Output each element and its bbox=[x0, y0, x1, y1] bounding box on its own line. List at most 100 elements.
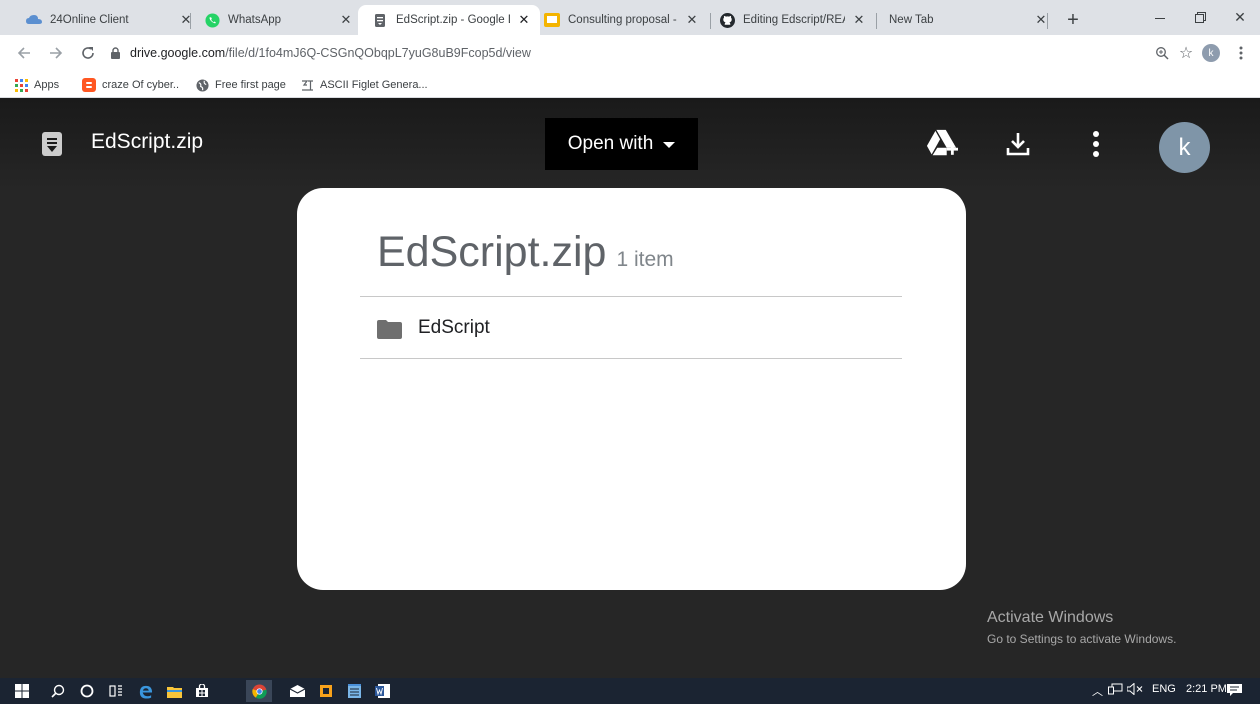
taskbar-word[interactable] bbox=[373, 682, 391, 700]
word-icon bbox=[374, 684, 390, 698]
archive-item-row[interactable]: EdScript bbox=[360, 297, 902, 359]
network-icon[interactable] bbox=[1108, 683, 1124, 698]
tab-new-tab[interactable]: New Tab ✕ bbox=[877, 5, 1057, 35]
back-arrow-icon bbox=[17, 47, 30, 59]
close-icon[interactable]: ✕ bbox=[851, 12, 867, 28]
bookmark-ascii-figlet[interactable]: ASCII Figlet Genera... bbox=[300, 75, 428, 95]
reload-button[interactable] bbox=[76, 41, 100, 65]
back-button[interactable] bbox=[12, 41, 36, 65]
windows-taskbar: ︿ ENG 2:21 PM bbox=[0, 678, 1260, 704]
edge-icon bbox=[139, 685, 152, 699]
tab-label: WhatsApp bbox=[228, 14, 282, 26]
tab-label: Consulting proposal - C bbox=[568, 14, 678, 26]
bookmark-apps[interactable]: Apps bbox=[14, 75, 59, 95]
volume-muted-icon[interactable] bbox=[1126, 682, 1143, 698]
taskbar-mail[interactable] bbox=[288, 682, 306, 700]
bookmark-label: Free first page bbox=[215, 79, 286, 91]
search-button[interactable] bbox=[49, 682, 67, 700]
archive-contents-card: EdScript.zip 1 item EdScript bbox=[297, 188, 966, 590]
zoom-icon bbox=[1156, 47, 1169, 60]
search-icon bbox=[51, 684, 65, 698]
github-icon bbox=[719, 12, 735, 28]
reload-icon bbox=[82, 47, 94, 59]
cortana-icon bbox=[80, 684, 94, 698]
globe-icon bbox=[195, 78, 209, 92]
tab-consulting-proposal[interactable]: Consulting proposal - C ✕ bbox=[530, 5, 708, 35]
clock[interactable]: 2:21 PM bbox=[1186, 683, 1227, 695]
open-with-button[interactable]: Open with bbox=[545, 118, 698, 170]
file-title: EdScript.zip bbox=[91, 130, 204, 153]
notifications-button[interactable] bbox=[1227, 684, 1242, 700]
download-icon bbox=[1006, 133, 1030, 156]
apps-grid-icon bbox=[14, 78, 28, 92]
tab-whatsapp[interactable]: WhatsApp ✕ bbox=[190, 5, 362, 35]
chrome-icon bbox=[251, 683, 267, 699]
restore-button[interactable] bbox=[1180, 0, 1220, 35]
divider bbox=[360, 358, 902, 359]
bookmark-star-button[interactable]: ☆ bbox=[1174, 41, 1198, 65]
cortana-button[interactable] bbox=[78, 682, 96, 700]
tab-edscript-drive[interactable]: EdScript.zip - Google D ✕ bbox=[358, 5, 540, 35]
browser-tab-strip: 24Online Client ✕ WhatsApp ✕ EdScript.zi… bbox=[0, 0, 1260, 35]
bookmark-label: craze Of cyber.. bbox=[102, 79, 180, 91]
bookmark-free-first-page[interactable]: Free first page bbox=[195, 75, 286, 95]
tab-label: Editing Edscript/READM bbox=[743, 14, 845, 26]
whatsapp-icon bbox=[204, 12, 220, 28]
tab-label: EdScript.zip - Google D bbox=[396, 14, 510, 26]
zoom-button[interactable] bbox=[1150, 41, 1174, 65]
figlet-icon bbox=[300, 78, 314, 92]
browser-menu-button[interactable] bbox=[1229, 41, 1253, 65]
taskbar-office[interactable] bbox=[317, 682, 335, 700]
archive-item-label: EdScript bbox=[418, 317, 490, 338]
close-window-button[interactable]: ✕ bbox=[1220, 0, 1260, 35]
store-icon bbox=[196, 684, 208, 697]
taskbar-edge[interactable] bbox=[136, 682, 154, 700]
zip-file-icon bbox=[42, 132, 62, 156]
url-host: drive.google.com bbox=[130, 46, 226, 60]
add-to-drive-button[interactable] bbox=[926, 128, 958, 160]
task-view-button[interactable] bbox=[107, 682, 125, 700]
tab-github-readme[interactable]: Editing Edscript/READM ✕ bbox=[705, 5, 875, 35]
notepad-icon bbox=[347, 684, 361, 698]
account-avatar[interactable]: k bbox=[1159, 122, 1210, 173]
archive-heading: EdScript.zip 1 item bbox=[377, 228, 674, 277]
taskbar-store[interactable] bbox=[193, 682, 211, 700]
taskbar-notepad[interactable] bbox=[345, 682, 363, 700]
chevron-up-icon: ︿ bbox=[1092, 686, 1103, 698]
open-with-label: Open with bbox=[567, 133, 654, 154]
folder-icon bbox=[377, 320, 402, 339]
notification-icon bbox=[1227, 684, 1242, 696]
close-icon[interactable]: ✕ bbox=[684, 12, 700, 28]
browser-toolbar: drive.google.com/file/d/1fo4mJ6Q-CSGnQOb… bbox=[0, 35, 1260, 71]
minimize-button[interactable] bbox=[1140, 0, 1180, 35]
office-icon bbox=[320, 685, 332, 697]
new-tab-button[interactable]: + bbox=[1061, 8, 1085, 32]
start-button[interactable] bbox=[13, 682, 31, 700]
taskbar-chrome[interactable] bbox=[246, 680, 272, 702]
kebab-menu-icon bbox=[1093, 131, 1099, 157]
profile-avatar[interactable]: k bbox=[1202, 44, 1220, 62]
close-icon[interactable]: ✕ bbox=[338, 12, 354, 28]
cloud-icon bbox=[26, 12, 42, 28]
forward-button[interactable] bbox=[44, 41, 68, 65]
folder-icon bbox=[166, 686, 182, 698]
input-language[interactable]: ENG bbox=[1152, 683, 1176, 695]
bookmark-label: Apps bbox=[34, 79, 60, 91]
address-bar[interactable]: drive.google.com/file/d/1fo4mJ6Q-CSGnQOb… bbox=[110, 39, 1210, 67]
watermark-title: Activate Windows bbox=[987, 609, 1114, 626]
drive-doc-icon bbox=[372, 12, 388, 28]
archive-name: EdScript.zip bbox=[377, 228, 607, 276]
download-button[interactable] bbox=[1002, 128, 1034, 160]
add-to-drive-icon bbox=[926, 129, 958, 156]
mail-icon bbox=[289, 685, 305, 697]
task-view-icon bbox=[109, 685, 122, 697]
show-hidden-icons-button[interactable]: ︿ bbox=[1092, 683, 1103, 699]
bookmark-craze-of-cyber[interactable]: craze Of cyber.. bbox=[82, 75, 179, 95]
star-icon: ☆ bbox=[1178, 45, 1194, 62]
kebab-menu-icon bbox=[1239, 46, 1243, 60]
more-actions-button[interactable] bbox=[1080, 128, 1112, 160]
tab-24online[interactable]: 24Online Client ✕ bbox=[12, 5, 202, 35]
taskbar-file-explorer[interactable] bbox=[165, 682, 183, 700]
slides-icon bbox=[544, 12, 560, 28]
bookmarks-bar: Apps craze Of cyber.. Free first page AS… bbox=[0, 71, 1260, 98]
